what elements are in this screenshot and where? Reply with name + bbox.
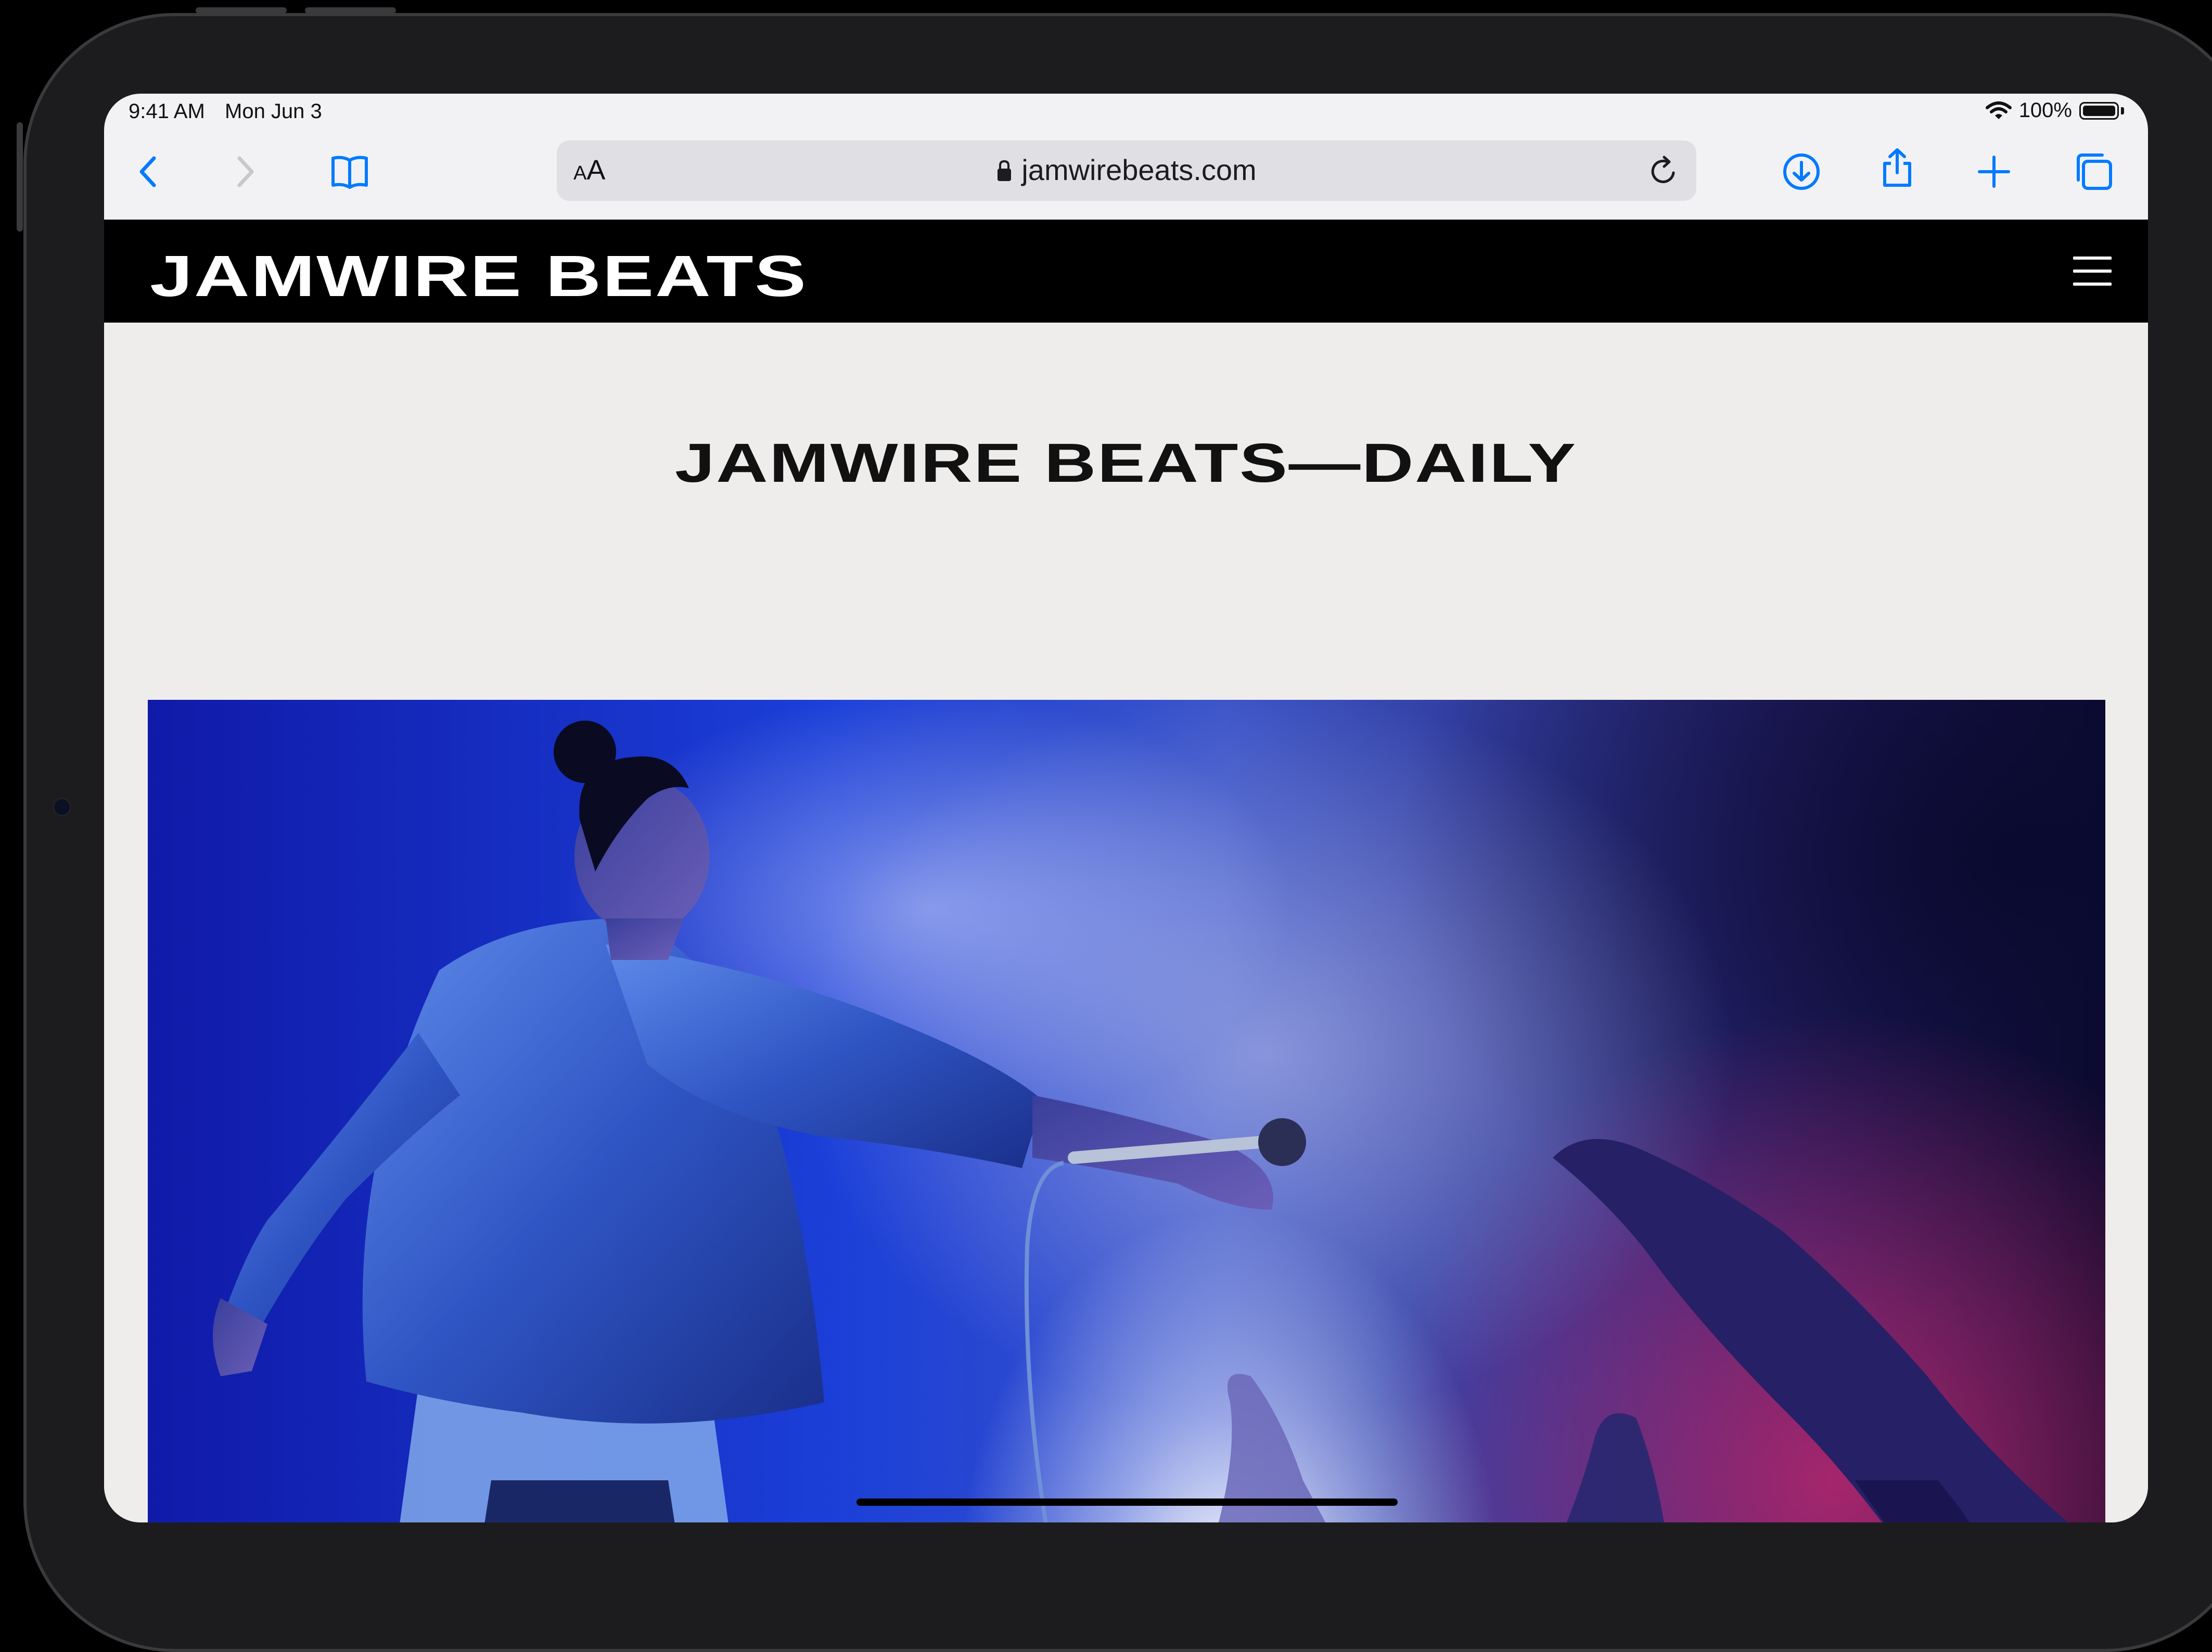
lock-icon (998, 160, 1012, 181)
status-bar: 9:41 AM Mon Jun 3 100% (104, 94, 2148, 130)
status-date: Mon Jun 3 (225, 100, 322, 123)
top-button (196, 7, 287, 14)
screen: 9:41 AM Mon Jun 3 100% AA jamwirebeats.c… (104, 94, 2148, 1522)
url-text: jamwirebeats.com (1021, 153, 1257, 186)
battery-percent: 100% (2018, 99, 2072, 122)
safari-toolbar: AA jamwirebeats.com (104, 130, 2148, 221)
new-tab-icon[interactable] (1972, 150, 2016, 194)
top-button (305, 7, 396, 14)
share-icon[interactable] (1875, 146, 1919, 189)
site-header: JAMWIRE BEATS (104, 220, 2148, 323)
hero-illustration (213, 700, 2068, 1522)
status-time: 9:41 AM (129, 100, 205, 123)
hamburger-menu-icon[interactable] (2073, 255, 2112, 287)
download-icon[interactable] (1780, 150, 1823, 194)
battery-level (2083, 105, 2115, 116)
tabs-icon[interactable] (2072, 150, 2116, 194)
back-icon[interactable] (127, 150, 171, 194)
address-bar[interactable]: AA jamwirebeats.com (557, 140, 1696, 201)
bookmarks-icon[interactable] (328, 150, 372, 194)
forward-icon[interactable] (223, 150, 266, 194)
side-button (17, 122, 23, 232)
home-indicator[interactable] (856, 1499, 1398, 1506)
wifi-icon (1985, 101, 2012, 119)
url-display[interactable]: jamwirebeats.com (557, 153, 1696, 187)
front-camera (54, 799, 70, 815)
battery-nub (2121, 107, 2124, 114)
battery-icon (2079, 101, 2119, 120)
site-logo[interactable]: JAMWIRE BEATS (150, 242, 808, 310)
reload-icon[interactable] (1646, 154, 1681, 188)
hero-image[interactable] (148, 700, 2105, 1522)
page-content: JAMWIRE BEATS—DAILY (104, 323, 2148, 1522)
status-right: 100% (1985, 99, 2124, 122)
page-title: JAMWIRE BEATS—DAILY (675, 432, 1577, 494)
